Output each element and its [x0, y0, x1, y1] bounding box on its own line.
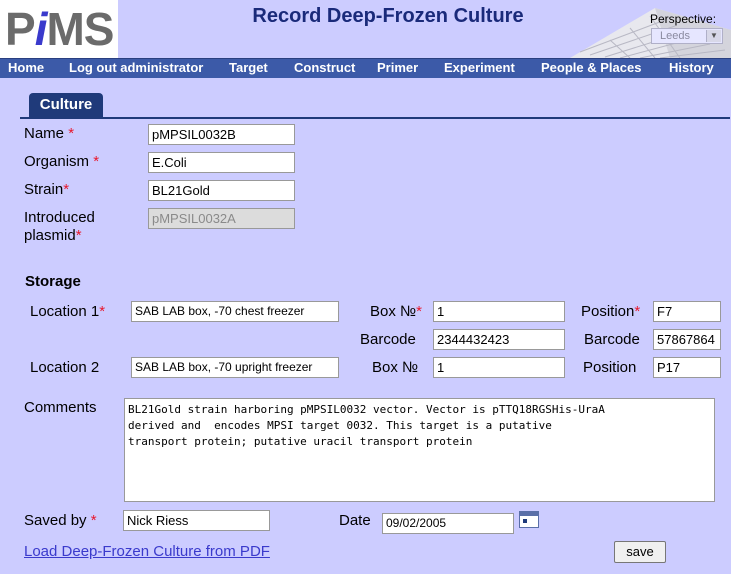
- perspective-label: Perspective:: [650, 12, 717, 26]
- plasmid-field: pMPSIL0032A: [148, 208, 295, 229]
- position2-field[interactable]: P17: [653, 357, 721, 378]
- position1-label: Position*: [581, 303, 641, 320]
- strain-label: Strain*: [24, 181, 70, 198]
- nav-primer[interactable]: Primer: [377, 60, 418, 75]
- date-label: Date: [339, 512, 371, 529]
- position1-field[interactable]: F7: [653, 301, 721, 322]
- box2-field[interactable]: 1: [433, 357, 565, 378]
- nav-bar: Home Log out administrator Target Constr…: [0, 58, 731, 78]
- box1-label: Box №*: [370, 303, 422, 320]
- barcode-position-label: Barcode: [584, 331, 640, 348]
- nav-construct[interactable]: Construct: [294, 60, 355, 75]
- tab-underline: [20, 117, 730, 119]
- header: PiMS Record Deep-Frozen Culture Perspect…: [0, 0, 731, 58]
- barcode-box-label: Barcode: [360, 331, 416, 348]
- comments-label: Comments: [24, 399, 97, 416]
- load-pdf-link[interactable]: Load Deep-Frozen Culture from PDF: [24, 543, 270, 560]
- chevron-down-icon[interactable]: ▼: [706, 30, 721, 42]
- page-title: Record Deep-Frozen Culture: [252, 5, 524, 27]
- nav-history[interactable]: History: [669, 60, 714, 75]
- logo-text: PiMS: [5, 3, 114, 55]
- date-field[interactable]: 09/02/2005: [382, 513, 514, 534]
- name-field[interactable]: pMPSIL0032B: [148, 124, 295, 145]
- saved-by-field[interactable]: Nick Riess: [123, 510, 270, 531]
- strain-field[interactable]: BL21Gold: [148, 180, 295, 201]
- barcode-position-field[interactable]: 57867864: [653, 329, 721, 350]
- location2-field[interactable]: SAB LAB box, -70 upright freezer: [131, 357, 339, 378]
- perspective-value: Leeds: [660, 30, 690, 42]
- saved-by-label: Saved by *: [24, 512, 97, 529]
- comments-textarea[interactable]: BL21Gold strain harboring pMPSIL0032 vec…: [124, 398, 715, 502]
- location1-field[interactable]: SAB LAB box, -70 chest freezer: [131, 301, 339, 322]
- nav-target[interactable]: Target: [229, 60, 268, 75]
- location2-label: Location 2: [30, 359, 100, 376]
- organism-field[interactable]: E.Coli: [148, 152, 295, 173]
- calendar-icon[interactable]: [519, 511, 539, 528]
- nav-experiment[interactable]: Experiment: [444, 60, 515, 75]
- tab-culture[interactable]: Culture: [29, 93, 103, 117]
- position2-label: Position: [583, 359, 637, 376]
- location1-label: Location 1*: [30, 303, 106, 320]
- barcode-box-field[interactable]: 2344432423: [433, 329, 565, 350]
- pims-logo[interactable]: PiMS: [2, 2, 115, 55]
- save-button[interactable]: save: [614, 541, 666, 563]
- nav-people-places[interactable]: People & Places: [541, 60, 641, 75]
- box1-field[interactable]: 1: [433, 301, 565, 322]
- name-label: Name *: [24, 125, 75, 142]
- nav-home[interactable]: Home: [8, 60, 44, 75]
- box2-label: Box №: [372, 359, 419, 376]
- perspective-select[interactable]: Leeds ▼: [651, 28, 723, 44]
- plasmid-label: Introduced plasmid*: [24, 209, 95, 244]
- nav-logout[interactable]: Log out administrator: [69, 60, 203, 75]
- storage-title: Storage: [25, 273, 81, 290]
- organism-label: Organism *: [24, 153, 100, 170]
